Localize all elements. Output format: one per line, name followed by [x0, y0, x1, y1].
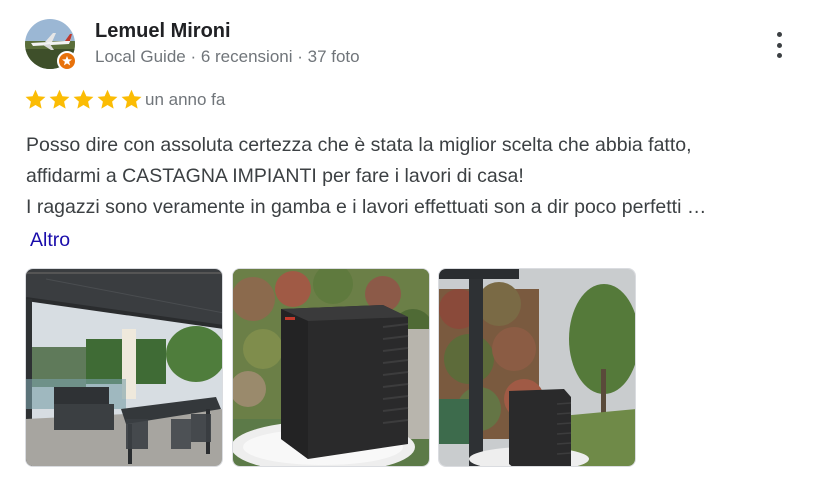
local-guide-badge-icon — [57, 51, 77, 71]
star-icon — [97, 89, 118, 109]
review-date: un anno fa — [145, 90, 226, 109]
reviewer-name[interactable]: Lemuel Mironi — [95, 19, 231, 43]
more-vertical-icon-dot — [776, 42, 782, 48]
review-photo-heat-pump-garden[interactable] — [438, 268, 636, 467]
review-line: affidarmi a CASTAGNA IMPIANTI per fare i… — [26, 165, 524, 187]
review-line: Posso dire con assoluta certezza che è s… — [26, 134, 692, 156]
star-icon — [121, 89, 142, 109]
review-photo-pergola[interactable] — [25, 268, 223, 467]
more-vertical-icon-dot — [776, 53, 782, 58]
review-photo-heat-pump[interactable] — [232, 268, 430, 467]
star-rating — [24, 88, 143, 112]
read-more-link[interactable]: Altro — [30, 227, 70, 253]
star-icon — [49, 89, 70, 109]
avatar[interactable] — [25, 19, 77, 71]
review-text: Posso dire con assoluta certezza che è s… — [26, 130, 796, 223]
more-options-button[interactable] — [766, 28, 792, 62]
star-icon — [73, 89, 94, 109]
more-vertical-icon — [776, 32, 782, 37]
star-icon — [25, 89, 46, 109]
review-line: I ragazzi sono veramente in gamba e i la… — [26, 196, 707, 218]
reviewer-meta: Local Guide · 6 recensioni · 37 foto — [95, 47, 360, 66]
